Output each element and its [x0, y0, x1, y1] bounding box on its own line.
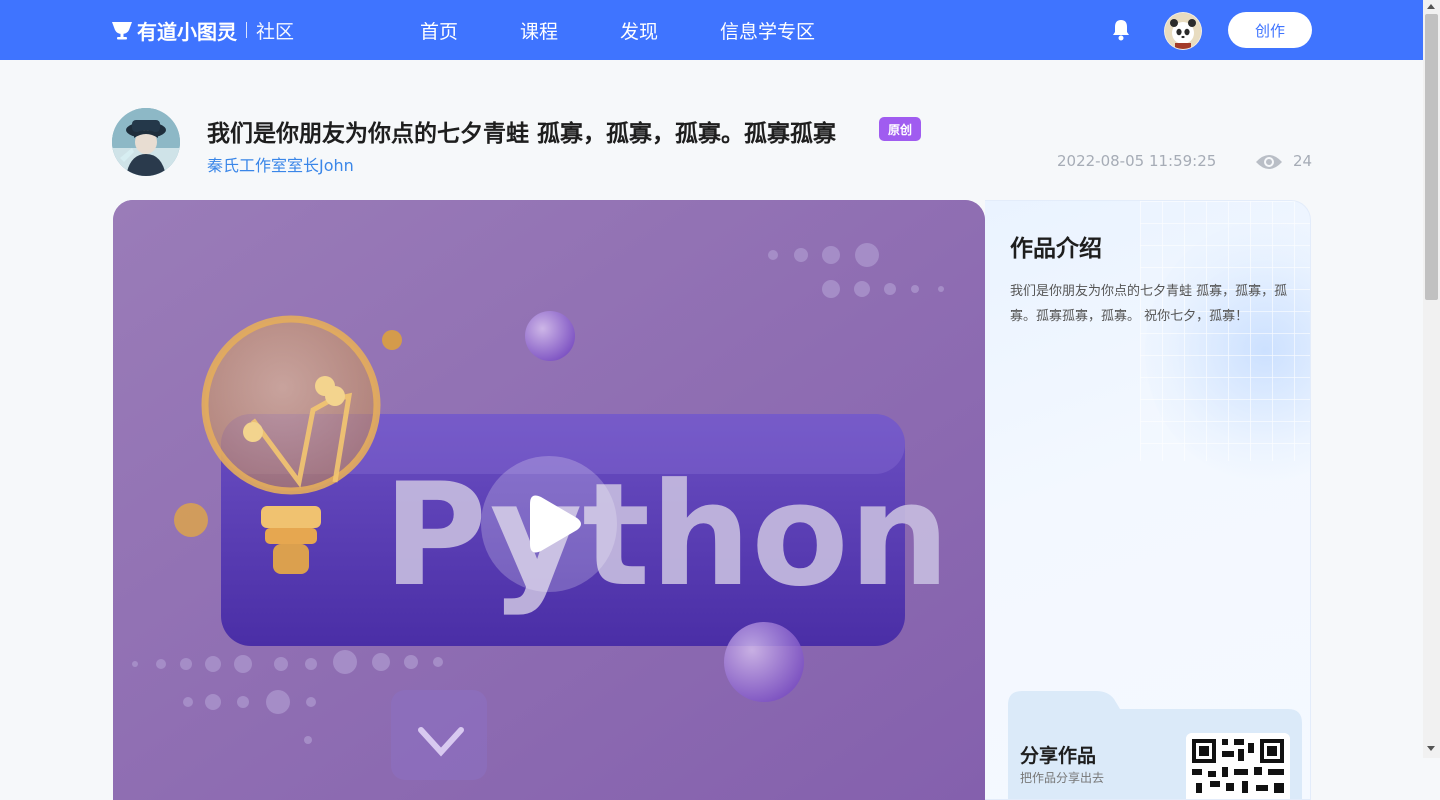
nav-informatics-zone[interactable]: 信息学专区 — [720, 17, 815, 45]
brand-logo[interactable]: 有道小图灵 社区 — [111, 17, 295, 44]
create-button[interactable]: 创作 — [1228, 12, 1312, 48]
top-navigation-bar: 有道小图灵 社区 首页 课程 发现 信息学专区 创作 — [0, 0, 1423, 60]
eye-icon — [1256, 155, 1282, 169]
view-count: 24 — [1293, 152, 1313, 170]
intro-description: 我们是你朋友为你点的七夕青蛙 孤寡，孤寡，孤寡。孤寡孤寡，孤寡。 祝你七夕，孤寡… — [1010, 284, 1288, 324]
author-name-link[interactable]: 秦氏工作室室长John — [207, 152, 354, 176]
work-title: 我们是你朋友为你点的七夕青蛙 孤寡，孤寡，孤寡。孤寡孤寡 — [207, 121, 837, 147]
share-qr-code[interactable] — [1186, 733, 1290, 799]
share-title: 分享作品 — [1020, 745, 1097, 767]
brand-divider — [246, 22, 247, 38]
brand-name: 有道小图灵 — [137, 19, 237, 44]
share-card: 分享作品 把作品分享出去 — [1008, 691, 1302, 799]
scroll-up-arrow-icon[interactable] — [1427, 4, 1435, 9]
nav-discover[interactable]: 发现 — [620, 17, 658, 45]
work-intro-panel: 作品介绍 我们是你朋友为你点的七夕青蛙 孤寡，孤寡，孤寡。孤寡孤寡，孤寡。 祝你… — [985, 200, 1311, 800]
user-avatar[interactable] — [1164, 12, 1202, 50]
video-player[interactable]: Python — [113, 200, 985, 800]
bell-icon[interactable] — [1110, 18, 1132, 42]
original-badge: 原创 — [879, 117, 921, 141]
author-avatar[interactable] — [112, 108, 180, 176]
trophy-cup-icon — [112, 22, 132, 40]
decorative-grid — [1140, 201, 1310, 461]
scrollbar-thumb[interactable] — [1425, 14, 1438, 300]
qr-code-icon — [1186, 733, 1290, 799]
panda-avatar-icon — [1165, 13, 1201, 49]
brand-community-label: 社区 — [256, 20, 295, 43]
scroll-down-arrow-icon[interactable] — [1427, 746, 1435, 751]
nav-home[interactable]: 首页 — [420, 17, 458, 45]
share-subtitle: 把作品分享出去 — [1020, 771, 1105, 785]
cover-python-text: Python — [383, 453, 950, 618]
play-icon — [530, 495, 581, 553]
play-button[interactable] — [481, 456, 617, 592]
nav-course[interactable]: 课程 — [520, 17, 558, 45]
intro-title: 作品介绍 — [1010, 236, 1102, 262]
publish-datetime: 2022-08-05 11:59:25 — [1057, 152, 1217, 170]
author-portrait-icon — [112, 108, 180, 176]
